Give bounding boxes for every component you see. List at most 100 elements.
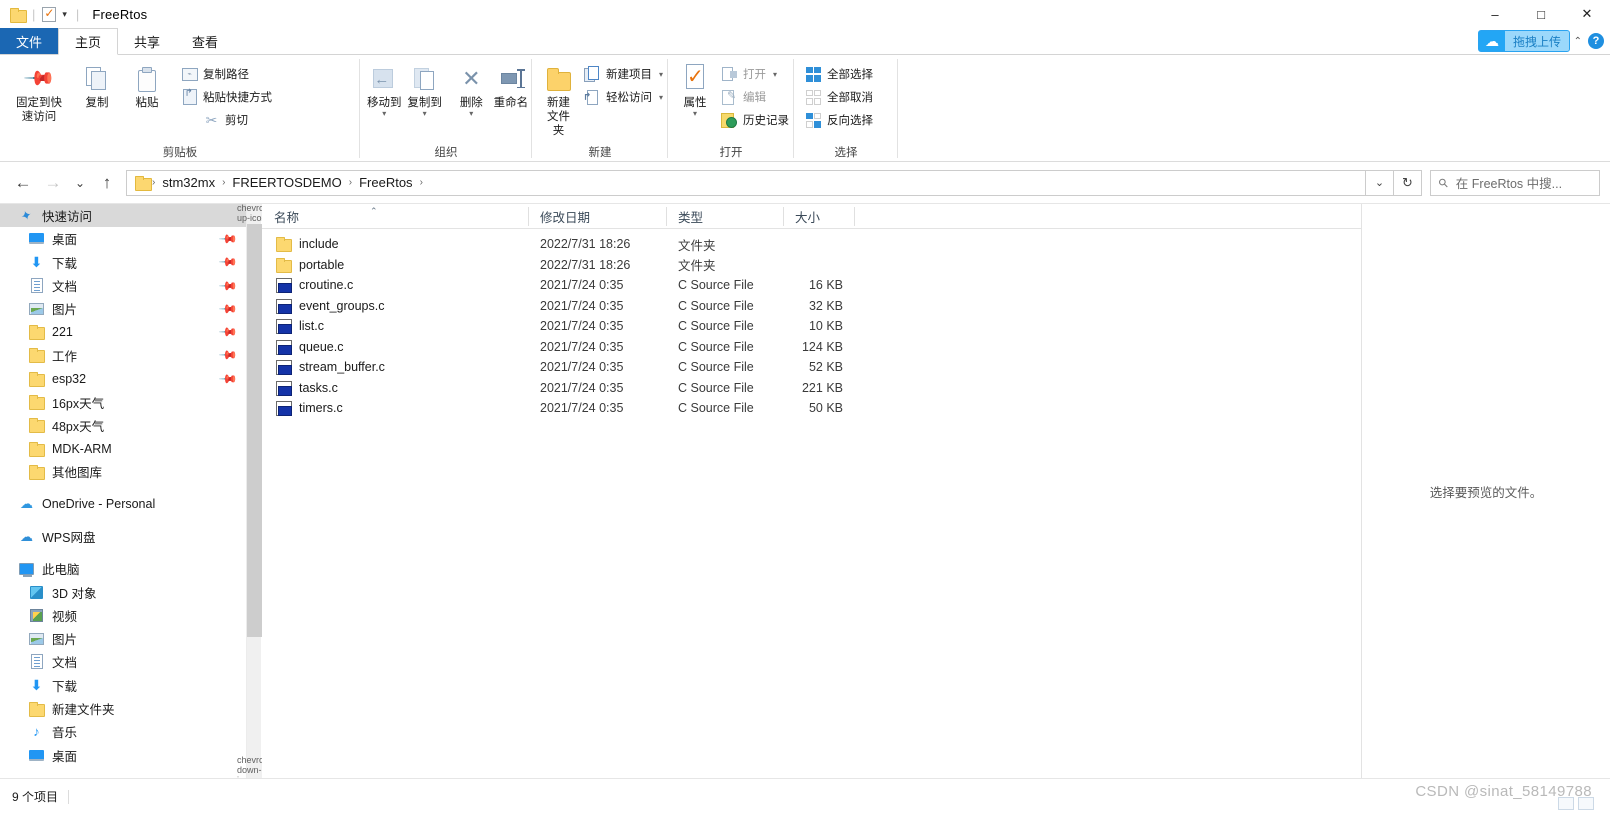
refresh-button[interactable]: ↻ — [1394, 169, 1422, 196]
close-button[interactable]: ✕ — [1564, 0, 1610, 28]
search-input[interactable]: 在 FreeRtos 中搜... — [1456, 173, 1562, 192]
folder-icon[interactable] — [135, 176, 152, 191]
copy-button[interactable]: 复制 — [72, 60, 122, 110]
breadcrumb[interactable]: › stm32mx › FREERTOSDEMO › FreeRtos › — [126, 169, 1366, 196]
sidebar-item-wps-cloud[interactable]: ☁ WPS网盘 — [0, 525, 246, 548]
select-all-button[interactable]: 全部选择 — [800, 63, 878, 85]
chevron-down-icon[interactable]: ▾ — [469, 110, 473, 118]
sidebar-item-pictures-pc[interactable]: 图片 — [0, 627, 246, 650]
copy-to-button[interactable]: 复制到 ▾ — [404, 60, 444, 118]
up-button[interactable]: ↑ — [92, 168, 122, 198]
pin-icon[interactable]: 📌 — [218, 299, 238, 319]
tab-view[interactable]: 查看 — [176, 28, 234, 54]
sidebar-item-videos[interactable]: 视频 — [0, 604, 246, 627]
sidebar-item-pictures[interactable]: 图片 📌 — [0, 297, 246, 320]
sidebar-item-documents[interactable]: 文档 📌 — [0, 274, 246, 297]
view-mode-buttons[interactable] — [1558, 797, 1594, 810]
table-row[interactable]: stream_buffer.c 2021/7/24 0:35 C Source … — [262, 357, 1361, 378]
select-none-button[interactable]: 全部取消 — [800, 86, 878, 108]
recent-locations-button[interactable]: ⌄ — [68, 168, 92, 198]
sidebar-item-new-folder[interactable]: 新建文件夹 — [0, 697, 246, 720]
column-header-type[interactable]: 类型 — [666, 204, 783, 229]
table-row[interactable]: tasks.c 2021/7/24 0:35 C Source File 221… — [262, 378, 1361, 399]
table-row[interactable]: include 2022/7/31 18:26 文件夹 — [262, 234, 1361, 255]
sidebar-item-this-pc[interactable]: 此电脑 — [0, 557, 246, 580]
pin-icon[interactable]: 📌 — [218, 345, 238, 365]
properties-button[interactable]: ✓ 属性 ▾ — [676, 60, 714, 118]
sidebar-item-esp32[interactable]: esp32 📌 — [0, 367, 246, 390]
chevron-down-icon[interactable]: ▾ — [382, 110, 386, 118]
edit-button[interactable]: ✎ 编辑 — [716, 86, 794, 108]
sidebar-item-downloads-pc[interactable]: ⬇ 下载 — [0, 674, 246, 697]
sidebar-item-quick-access[interactable]: ✦ 快速访问 — [0, 204, 246, 228]
chevron-down-icon[interactable]: ▾ — [659, 93, 663, 102]
tab-share[interactable]: 共享 — [118, 28, 176, 54]
delete-button[interactable]: ✕ 删除 ▾ — [453, 60, 490, 118]
pin-icon[interactable]: 📌 — [218, 368, 238, 388]
table-row[interactable]: list.c 2021/7/24 0:35 C Source File 10 K… — [262, 316, 1361, 337]
scroll-up-button[interactable]: chevron-up-icon — [237, 203, 272, 223]
breadcrumb-item-stm32mx[interactable]: stm32mx — [157, 175, 220, 190]
sidebar-item-documents-pc[interactable]: 文档 — [0, 650, 246, 673]
tab-file[interactable]: 文件 — [0, 28, 59, 54]
chevron-down-icon[interactable]: ▾ — [773, 70, 777, 79]
pin-icon[interactable]: 📌 — [218, 252, 238, 272]
address-dropdown-button[interactable]: ⌄ — [1366, 169, 1394, 196]
move-to-button[interactable]: ← 移动到 ▾ — [364, 60, 404, 118]
sidebar-item-16px-weather[interactable]: 16px天气 — [0, 390, 246, 413]
rename-button[interactable]: 重命名 — [490, 60, 532, 110]
sidebar-item-221[interactable]: 221 📌 — [0, 320, 246, 343]
paste-shortcut-button[interactable]: 粘贴快捷方式 — [176, 86, 277, 108]
tab-home[interactable]: 主页 — [58, 28, 119, 55]
sidebar-item-music[interactable]: ♪ 音乐 — [0, 720, 246, 743]
folder-icon[interactable] — [10, 7, 27, 23]
sidebar-item-desktop[interactable]: 桌面 📌 — [0, 227, 246, 250]
chevron-down-icon[interactable]: ▾ — [659, 70, 663, 79]
sidebar-item-downloads[interactable]: ⬇ 下载 📌 — [0, 251, 246, 274]
search-box[interactable]: ⚲ 在 FreeRtos 中搜... — [1430, 169, 1600, 196]
cut-button[interactable]: ✂ 剪切 — [198, 109, 277, 131]
ribbon-overflow-caret-icon[interactable]: ⌃ — [1574, 36, 1582, 47]
copy-path-button[interactable]: ⌁ 复制路径 — [176, 63, 277, 85]
sidebar-item-onedrive[interactable]: ☁ OneDrive - Personal — [0, 493, 246, 516]
navigation-pane-scrollbar[interactable]: chevron-up-icon chevron-down-icon — [237, 203, 272, 785]
sidebar-item-mdk-arm[interactable]: MDK-ARM — [0, 437, 246, 460]
sidebar-item-other-gallery[interactable]: 其他图库 — [0, 460, 246, 483]
new-folder-button[interactable]: 新建 文件夹 — [540, 60, 577, 138]
help-button[interactable]: ? — [1588, 33, 1604, 49]
scroll-down-button[interactable]: chevron-down-icon — [237, 755, 272, 785]
table-row[interactable]: croutine.c 2021/7/24 0:35 C Source File … — [262, 275, 1361, 296]
properties-check-icon[interactable] — [42, 6, 57, 22]
new-item-button[interactable]: 新建项目 ▾ — [579, 63, 668, 85]
forward-button[interactable]: → — [38, 168, 68, 198]
pin-icon[interactable]: 📌 — [218, 322, 238, 342]
pin-icon[interactable]: 📌 — [218, 229, 238, 249]
table-row[interactable]: event_groups.c 2021/7/24 0:35 C Source F… — [262, 296, 1361, 317]
breadcrumb-item-freertosdemo[interactable]: FREERTOSDEMO — [227, 175, 346, 190]
paste-button[interactable]: 粘贴 — [122, 60, 172, 110]
back-button[interactable]: ← — [8, 168, 38, 198]
easy-access-button[interactable]: ↱ 轻松访问 ▾ — [579, 86, 668, 108]
sidebar-item-desktop-pc[interactable]: 桌面 — [0, 744, 246, 767]
table-row[interactable]: queue.c 2021/7/24 0:35 C Source File 124… — [262, 337, 1361, 358]
sidebar-item-3d-objects[interactable]: 3D 对象 — [0, 580, 246, 603]
details-view-icon[interactable] — [1558, 797, 1574, 810]
pin-to-quick-access-button[interactable]: 📌 固定到快 速访问 — [6, 60, 72, 124]
invert-selection-button[interactable]: 反向选择 — [800, 109, 878, 131]
pin-icon[interactable]: 📌 — [218, 275, 238, 295]
sidebar-item-work[interactable]: 工作 📌 — [0, 344, 246, 367]
column-header-name[interactable]: 名称 ⌃ — [262, 204, 528, 229]
column-header-date[interactable]: 修改日期 — [528, 204, 666, 229]
open-button[interactable]: 打开 ▾ — [716, 63, 794, 85]
minimize-button[interactable]: – — [1472, 0, 1518, 28]
history-button[interactable]: 历史记录 — [716, 109, 794, 131]
sidebar-item-48px-weather[interactable]: 48px天气 — [0, 414, 246, 437]
table-row[interactable]: portable 2022/7/31 18:26 文件夹 — [262, 255, 1361, 276]
scrollbar-thumb[interactable] — [247, 224, 262, 637]
chevron-down-icon[interactable]: ▾ — [693, 110, 697, 118]
column-header-size[interactable]: 大小 — [783, 204, 855, 229]
breadcrumb-item-freertos[interactable]: FreeRtos — [354, 175, 417, 190]
drag-upload-badge[interactable]: ☁ 拖拽上传 — [1477, 30, 1570, 52]
table-row[interactable]: timers.c 2021/7/24 0:35 C Source File 50… — [262, 398, 1361, 419]
maximize-button[interactable]: □ — [1518, 0, 1564, 28]
